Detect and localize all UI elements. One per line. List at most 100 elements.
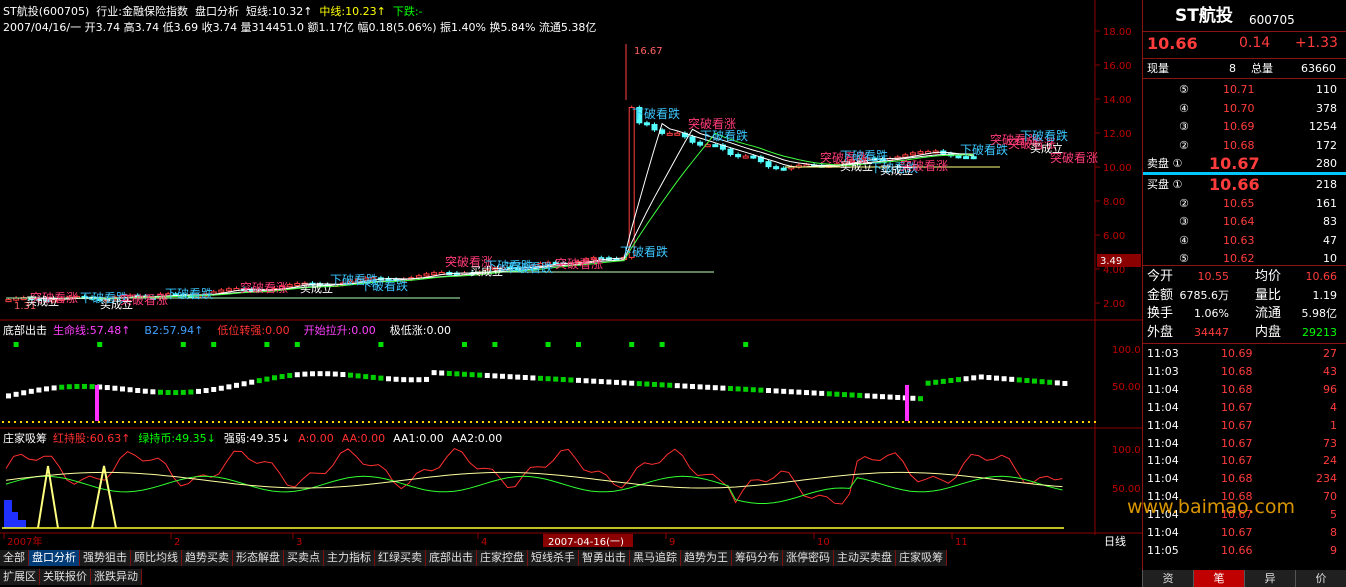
header-item-5: 下跌:- xyxy=(392,5,423,18)
kline-chart-area[interactable]: 18.00 16.00 14.00 12.00 10.00 8.00 6.00 4.00 2.0… xyxy=(0,0,1142,548)
indicator-tab[interactable]: 黑马追踪 xyxy=(630,550,681,566)
ind1-dotline xyxy=(926,421,928,423)
extra-tab[interactable]: 关联报价 xyxy=(40,569,91,585)
period-label: 日线 xyxy=(1104,534,1126,548)
stat-v2: 5.98亿 xyxy=(1301,307,1338,320)
buy-label: 买盘 ① xyxy=(1147,178,1183,191)
ind1-dotline xyxy=(740,421,742,423)
ind1-top-signal xyxy=(545,342,551,347)
buy-label: ④ xyxy=(1179,233,1189,247)
sell-row: 卖盘 ① 10.67 280 xyxy=(1143,155,1346,172)
ind1-dotline xyxy=(296,421,298,423)
ind1-dotline xyxy=(140,421,142,423)
candle-body xyxy=(773,166,780,170)
sell-vol: 1254 xyxy=(1309,120,1337,133)
ind1-dotline xyxy=(236,421,238,423)
indicator-tab[interactable]: 智勇出击 xyxy=(579,550,630,566)
ind1-square xyxy=(553,376,559,382)
quote-subtab[interactable]: 价 xyxy=(1295,570,1346,587)
ind1-square xyxy=(925,380,931,386)
ind1-square xyxy=(127,387,133,393)
ind1-dotline xyxy=(260,421,262,423)
buy-row: 买盘 ① 10.66 218 xyxy=(1143,176,1346,193)
ind1-square xyxy=(591,378,597,384)
indicator-tab[interactable]: 庄家控盘 xyxy=(477,550,528,566)
indicator-tab[interactable]: 趋势为王 xyxy=(681,550,732,566)
ind1-dotline xyxy=(986,421,988,423)
ind1-square xyxy=(956,377,961,383)
tick-v: 5 xyxy=(1330,508,1337,522)
indicator-tab[interactable]: 主力指标 xyxy=(324,550,375,566)
ind1-square xyxy=(515,374,521,380)
ind1-dotline xyxy=(254,421,256,423)
ind1-bar-2 xyxy=(905,385,909,421)
ind1-dotline xyxy=(1004,421,1006,423)
quote-subtab[interactable]: 异 xyxy=(1244,570,1295,587)
indicator-tab[interactable]: 趋势买卖 xyxy=(182,550,233,566)
ind1-top-signal xyxy=(180,342,186,347)
ind2-tick-label: 50.00 xyxy=(1112,484,1141,495)
ind1-square xyxy=(636,381,642,387)
tick-p: 10.67 xyxy=(1221,418,1253,432)
indicator-tab[interactable]: 全部 xyxy=(0,550,29,566)
ind1-dotline xyxy=(428,421,430,423)
ind1-square xyxy=(652,381,657,387)
quote-subtab[interactable]: 资 xyxy=(1142,570,1193,587)
chart-canvas[interactable]: 18.0016.0014.0012.0010.008.006.004.002.0… xyxy=(0,0,1142,548)
indicator-tab[interactable]: 主动买卖盘 xyxy=(834,550,896,566)
ind1-dotline xyxy=(440,421,442,423)
ind1-dotline xyxy=(110,421,112,423)
ind1-square xyxy=(500,373,505,379)
ind1-dotline xyxy=(56,421,58,423)
indicator1-header: 底部出击 生命线:57.48↑ B2:57.94↑ 低位转强:0.00 开始拉升:0.0… xyxy=(3,322,465,338)
indicator2-header: 庄家吸筹 红持股:60.63↑ 绿持币:49.35↓ 强弱:49.35↓ A:0.00 A… xyxy=(3,430,510,446)
ind1-square xyxy=(13,391,19,397)
candle-body xyxy=(689,136,696,143)
ind1-square xyxy=(150,389,156,395)
ind1-square xyxy=(431,370,437,376)
indicator-tabs[interactable]: 全部 盘口分析 强势狙击 顾比均线 趋势买卖 形态解盘 买卖点 主力指标 红绿买卖 底部出击 庄家控… xyxy=(0,550,947,566)
indicator-tab[interactable]: 顾比均线 xyxy=(131,550,182,566)
indicator1-value-3: 开始拉升:0.00 xyxy=(303,324,376,337)
ind1-square xyxy=(606,379,612,385)
stat-v2: 1.19 xyxy=(1312,288,1338,302)
quote-subtab[interactable]: 笔 xyxy=(1193,570,1244,587)
ind1-square xyxy=(940,378,946,384)
indicator-tab[interactable]: 涨停密码 xyxy=(783,550,834,566)
indicator-tab[interactable]: 红绿买卖 xyxy=(375,550,426,566)
ind1-dotline xyxy=(488,421,490,423)
ind1-square xyxy=(325,371,331,377)
ind1-square xyxy=(849,392,855,398)
ind1-dotline xyxy=(1064,421,1066,423)
tick-t: 11:03 xyxy=(1147,347,1179,360)
ind1-square xyxy=(1016,377,1022,383)
quote-subtabs[interactable]: 资笔异价 xyxy=(1142,570,1346,587)
indicator-tab[interactable]: 庄家吸筹 xyxy=(896,550,947,566)
extra-tab[interactable]: 涨跌异动 xyxy=(91,569,142,585)
current-volume-value: 8 xyxy=(1229,62,1236,75)
indicator-tab[interactable]: 底部出击 xyxy=(426,550,477,566)
price-tick-label: 8.00 xyxy=(1103,197,1125,208)
ind1-dotline xyxy=(338,421,340,423)
extra-tabs[interactable]: 扩展区 关联报价 涨跌异动 xyxy=(0,569,142,585)
extra-tab[interactable]: 扩展区 xyxy=(0,569,40,585)
tick-row: 11:04 10.68 234 xyxy=(1143,470,1346,487)
indicator2-value-0: 红持股:60.63↑ xyxy=(53,432,131,445)
indicator-tab[interactable]: 筹码分布 xyxy=(732,550,783,566)
indicator-tab[interactable]: 短线杀手 xyxy=(528,550,579,566)
indicator1-value-1: B2:57.94↑ xyxy=(144,324,204,337)
indicator-tab[interactable]: 形态解盘 xyxy=(233,550,284,566)
ind1-top-signal xyxy=(576,342,581,347)
ind1-dotline xyxy=(314,421,316,423)
indicator-tab[interactable]: 盘口分析 xyxy=(29,550,80,566)
candle-body xyxy=(742,155,749,159)
ind1-dotline xyxy=(98,421,100,423)
ind1-dotline xyxy=(320,421,322,423)
ind1-square xyxy=(249,379,255,385)
indicator-tab[interactable]: 买卖点 xyxy=(284,550,324,566)
indicator-tab[interactable]: 强势狙击 xyxy=(80,550,131,566)
ind1-square xyxy=(598,379,604,385)
header-item-2: 盘口分析 xyxy=(195,5,239,18)
ind1-dotline xyxy=(794,421,796,423)
ind1-dotline xyxy=(224,421,226,423)
